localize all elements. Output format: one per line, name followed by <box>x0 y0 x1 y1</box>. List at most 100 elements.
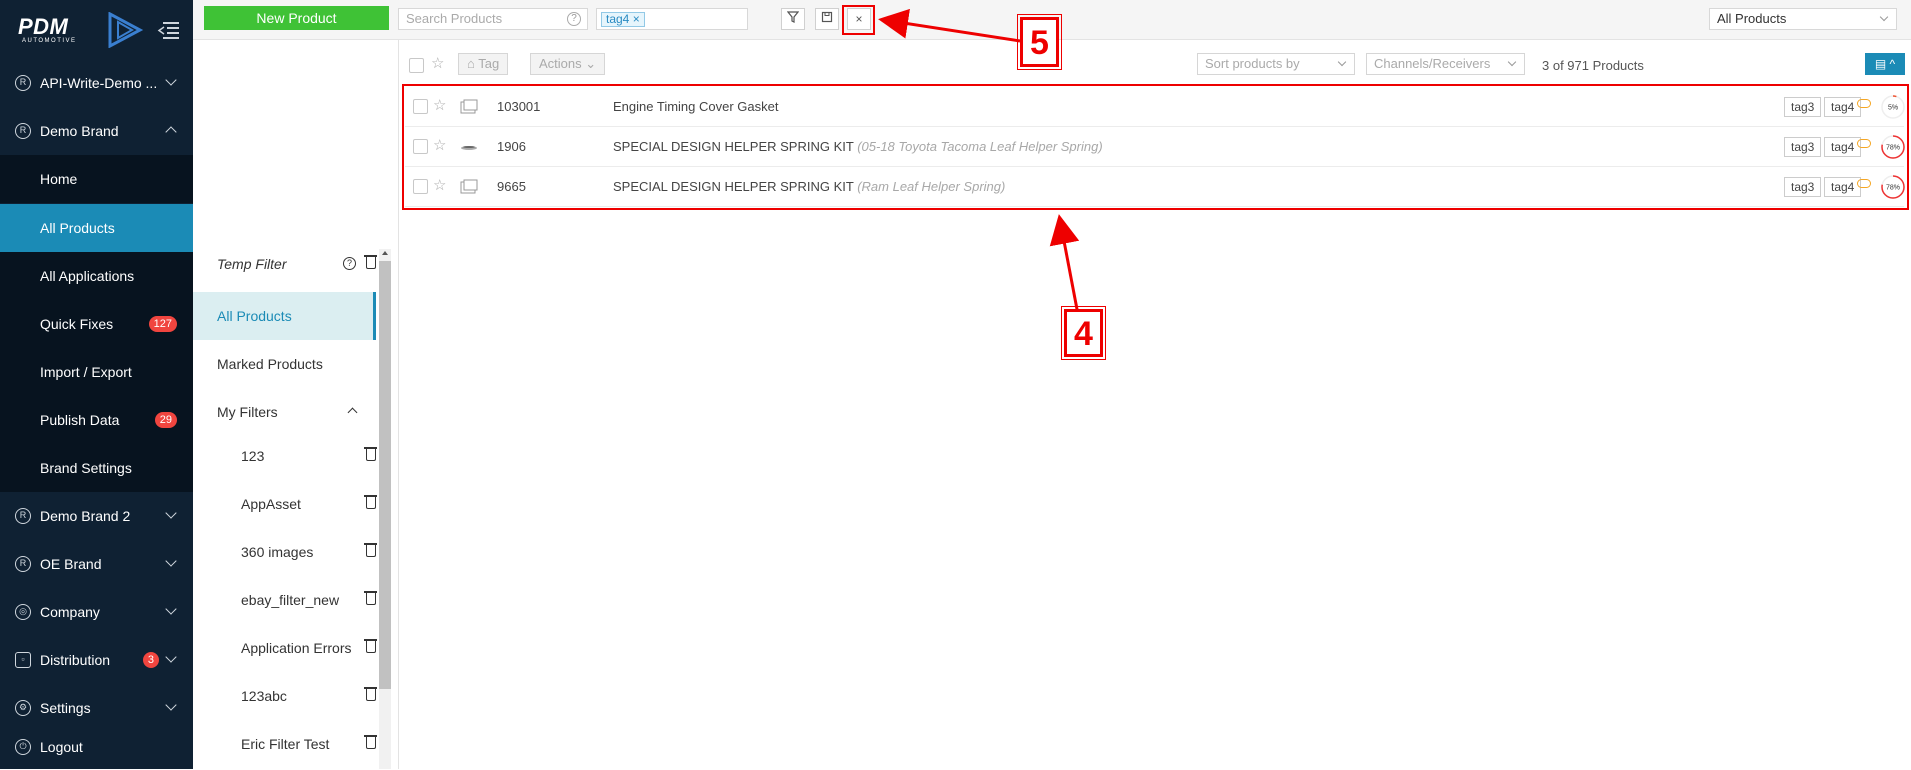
nav-label: Brand Settings <box>40 460 132 476</box>
nav-label: Settings <box>40 700 91 716</box>
logo-subtext: AUTOMOTIVE <box>22 38 77 44</box>
nav-logout[interactable]: ⏻ Logout <box>0 724 193 770</box>
tag-button[interactable]: ⌂ Tag <box>458 53 509 75</box>
chevron-down-icon <box>165 74 177 86</box>
filter-icon[interactable] <box>781 8 805 30</box>
saved-filter-item[interactable]: ebay_filter_new <box>193 576 377 624</box>
nav-label: Company <box>40 604 100 620</box>
globe-icon: ◎ <box>15 604 31 620</box>
chevron-down-icon <box>165 555 177 567</box>
channels-placeholder: Channels/Receivers <box>1374 56 1491 71</box>
nav-label: Distribution <box>40 652 111 668</box>
nav-label: Quick Fixes <box>40 316 114 332</box>
help-icon[interactable]: ? <box>343 257 356 270</box>
count-badge: 127 <box>148 316 177 332</box>
tag-chip[interactable]: tag4 × <box>601 12 645 27</box>
nav-all-applications[interactable]: All Applications <box>0 252 193 300</box>
nav-distribution[interactable]: ▫ Distribution 3 <box>0 636 193 684</box>
filter-label: 123abc <box>241 688 287 704</box>
search-input[interactable]: Search Products ? <box>398 8 588 30</box>
filter-label: Eric Filter Test <box>241 736 330 752</box>
trash-icon[interactable] <box>364 447 377 461</box>
trash-icon[interactable] <box>364 495 377 509</box>
nav-quick-fixes[interactable]: Quick Fixes 127 <box>0 300 193 348</box>
nav-label: OE Brand <box>40 556 102 572</box>
nav-label: Home <box>40 171 78 187</box>
saved-filter-item[interactable]: 360 images <box>193 528 377 576</box>
trash-icon[interactable] <box>364 591 377 605</box>
product-count: 3 of 971 Products <box>1542 58 1644 73</box>
filter-label: All Products <box>217 308 292 324</box>
distribution-icon: ▫ <box>15 652 31 668</box>
highlight-box-clear-button <box>842 5 875 35</box>
save-filter-icon[interactable] <box>815 8 839 30</box>
trash-icon[interactable] <box>364 687 377 701</box>
saved-filter-item[interactable]: 123abc <box>193 672 377 720</box>
pdm-logo[interactable]: PDM AUTOMOTIVE <box>18 12 144 48</box>
filter-label: ebay_filter_new <box>241 592 340 608</box>
registered-icon: R <box>15 75 31 91</box>
search-placeholder: Search Products <box>406 11 503 26</box>
view-toggle-button[interactable]: ▤ ^ <box>1865 53 1905 75</box>
chevron-down-icon <box>1337 57 1347 67</box>
saved-filter-item[interactable]: 123 <box>193 432 377 480</box>
product-scope-select[interactable]: All Products <box>1709 8 1897 30</box>
trash-icon[interactable] <box>364 639 377 653</box>
sort-select[interactable]: Sort products by <box>1197 53 1355 75</box>
nav-company[interactable]: ◎ Company <box>0 588 193 636</box>
star-icon[interactable]: ☆ <box>431 54 444 72</box>
highlight-box-rows <box>402 84 1909 210</box>
nav-label: All Products <box>40 220 115 236</box>
registered-icon: R <box>15 556 31 572</box>
filter-label: Application Errors <box>241 640 352 656</box>
nav-api-write-demo[interactable]: R API-Write-Demo ... <box>0 59 193 107</box>
help-icon[interactable]: ? <box>567 12 581 26</box>
nav-label: Demo Brand 2 <box>40 508 131 524</box>
nav-import-export[interactable]: Import / Export <box>0 348 193 396</box>
actions-button[interactable]: Actions ⌄ <box>530 53 606 75</box>
temp-filter[interactable]: Temp Filter ? <box>193 240 377 288</box>
nav-label: All Applications <box>40 268 135 284</box>
nav-demo-brand-2[interactable]: R Demo Brand 2 <box>0 492 193 540</box>
chevron-up-icon <box>165 126 177 138</box>
trash-icon[interactable] <box>364 735 377 749</box>
chevron-down-icon <box>165 651 177 663</box>
count-badge: 3 <box>142 652 159 668</box>
nav-brand-settings[interactable]: Brand Settings <box>0 444 193 492</box>
filter-all-products[interactable]: All Products <box>193 292 376 340</box>
saved-filter-item[interactable]: AppAsset <box>193 480 377 528</box>
chevron-down-icon <box>1507 57 1517 67</box>
scrollbar-thumb[interactable] <box>379 261 391 689</box>
menu-collapse-icon[interactable] <box>157 20 179 40</box>
chevron-down-icon <box>165 699 177 711</box>
filter-label: 360 images <box>241 544 314 560</box>
nav-label: Logout <box>40 739 83 755</box>
select-all-checkbox[interactable] <box>409 58 424 73</box>
logout-icon: ⏻ <box>15 739 31 755</box>
callout-5: 5 <box>1017 14 1062 70</box>
scroll-up-icon[interactable] <box>382 251 388 255</box>
trash-icon[interactable] <box>364 543 377 557</box>
filter-scrollbar[interactable] <box>379 249 391 769</box>
callout-4: 4 <box>1061 306 1106 360</box>
my-filters-header[interactable]: My Filters <box>193 388 376 436</box>
chip-remove-icon[interactable]: × <box>633 12 640 26</box>
list-toolbar: ☆ ⌂ Tag Actions ⌄ Sort products by Chann… <box>399 42 1911 82</box>
chevron-down-icon <box>165 603 177 615</box>
nav-oe-brand[interactable]: R OE Brand <box>0 540 193 588</box>
tag-chip-label: tag4 <box>606 12 630 26</box>
count-badge: 29 <box>154 412 177 428</box>
nav-label: Demo Brand <box>40 123 119 139</box>
nav-home[interactable]: Home <box>0 155 193 203</box>
trash-icon[interactable] <box>364 255 377 269</box>
nav-publish-data[interactable]: Publish Data 29 <box>0 396 193 444</box>
nav-demo-brand[interactable]: R Demo Brand <box>0 107 193 155</box>
tag-filter-input[interactable]: tag4 × <box>596 8 748 30</box>
nav-all-products[interactable]: All Products <box>0 204 193 252</box>
sidebar: PDM AUTOMOTIVE R API-Write-Demo ... R De… <box>0 0 193 769</box>
filter-marked-products[interactable]: Marked Products <box>193 340 376 388</box>
new-product-button[interactable]: New Product <box>204 6 389 30</box>
channels-select[interactable]: Channels/Receivers <box>1366 53 1525 75</box>
saved-filter-item[interactable]: Application Errors <box>193 624 377 672</box>
saved-filter-item[interactable]: Eric Filter Test <box>193 720 377 768</box>
